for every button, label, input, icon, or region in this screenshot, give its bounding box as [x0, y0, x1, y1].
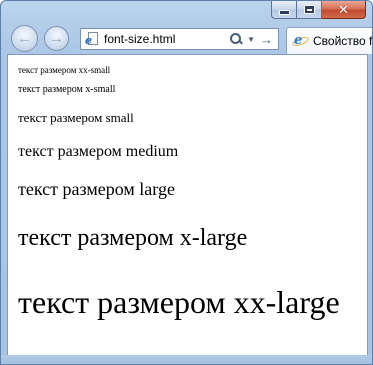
maximize-button[interactable]	[297, 1, 322, 19]
text-x-large: текст размером x-large	[18, 225, 248, 251]
minimize-button[interactable]	[271, 1, 297, 19]
forward-button[interactable]: →	[44, 26, 69, 51]
text-small: текст размером small	[18, 110, 134, 125]
go-arrow-icon[interactable]: →	[260, 32, 273, 47]
browser-window: ✕ ← → e font-size.html ▼ → e Свойство f …	[0, 0, 373, 365]
text-large: текст размером large	[18, 179, 175, 199]
page-content: текст размером xx-small текст размером x…	[7, 54, 368, 357]
address-bar[interactable]: e font-size.html ▼ →	[80, 28, 279, 50]
search-icon[interactable]	[230, 33, 244, 45]
ie-page-icon: e	[85, 32, 99, 46]
text-x-small: текст размером x-small	[18, 84, 116, 95]
tab-title: Свойство f	[313, 34, 373, 48]
ie-icon: e	[291, 34, 310, 48]
text-xx-large: текст размером xx-large	[18, 284, 340, 320]
address-tools: ▼ →	[230, 32, 273, 47]
caption-buttons: ✕	[271, 1, 366, 20]
window-bottom-frame	[1, 355, 372, 364]
close-icon: ✕	[338, 2, 349, 17]
back-arrow-icon: ←	[17, 30, 32, 47]
minimize-icon	[278, 10, 290, 15]
forward-arrow-icon: →	[49, 30, 64, 47]
address-url[interactable]: font-size.html	[104, 32, 230, 46]
navigation-bar: ← → e font-size.html ▼ → e Свойство f	[7, 24, 372, 54]
text-xx-small: текст размером xx-small	[18, 65, 111, 75]
text-medium: текст размером medium	[18, 143, 179, 160]
maximize-icon	[304, 6, 314, 13]
dropdown-icon[interactable]: ▼	[247, 35, 255, 44]
back-button[interactable]: ←	[11, 25, 38, 52]
close-button[interactable]: ✕	[322, 1, 366, 19]
browser-tab[interactable]: e Свойство f	[286, 27, 373, 54]
